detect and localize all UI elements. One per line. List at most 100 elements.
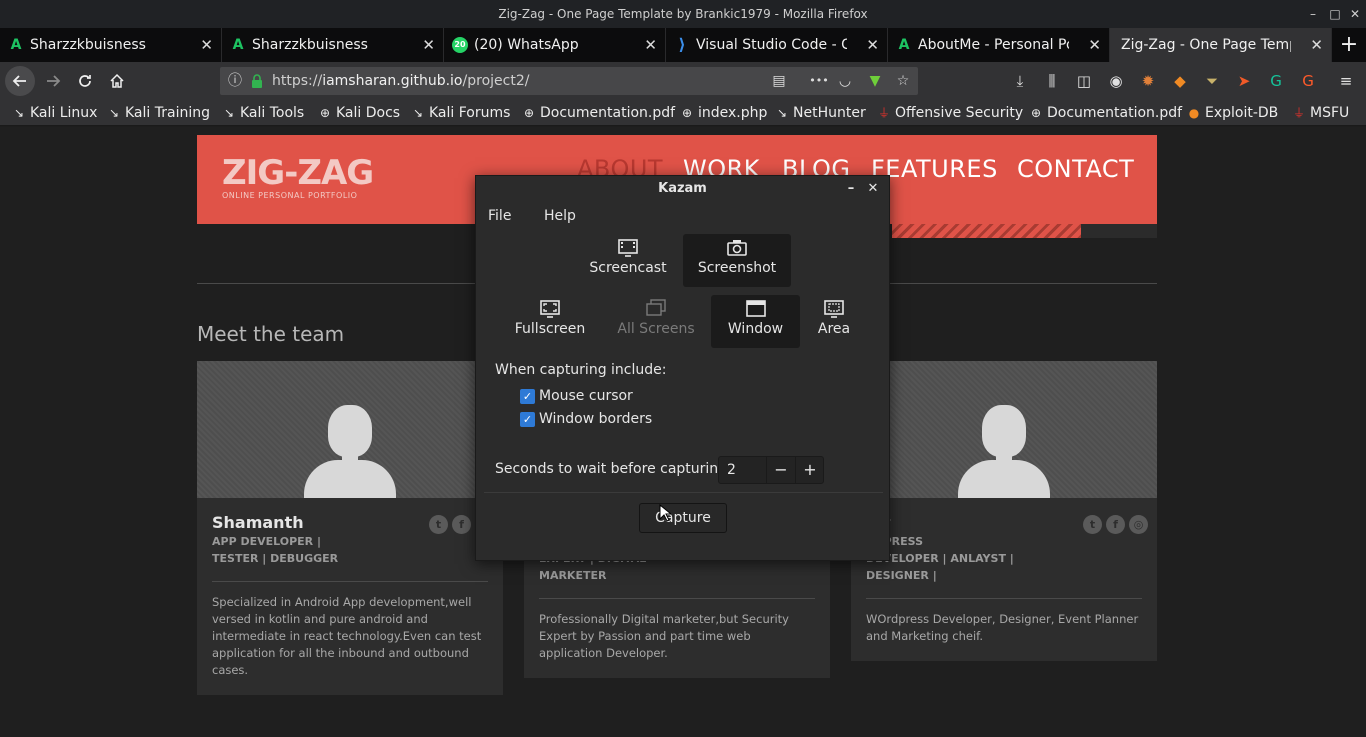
bookmark-item[interactable]: ⊕ Kali Docs	[318, 100, 400, 126]
pocket-icon[interactable]: ◡	[834, 67, 856, 95]
zigzag-stripe	[892, 224, 1081, 238]
camera-icon	[683, 234, 791, 260]
new-tab-button[interactable]: +	[1338, 28, 1360, 62]
bookmark-label: Documentation.pdf	[540, 105, 676, 121]
tab-sharzzkbuisness-1[interactable]: A Sharzzkbuisness ✕	[0, 28, 222, 62]
increment-button[interactable]: +	[795, 457, 824, 483]
tab-whatsapp[interactable]: 20 (20) WhatsApp ✕	[444, 28, 666, 62]
section-title: Meet the team	[197, 322, 345, 346]
facebook-icon[interactable]: f	[452, 515, 471, 534]
window-icon	[711, 295, 800, 321]
bookmark-item[interactable]: ↘ Kali Forums	[411, 100, 510, 126]
all-screens-area-button[interactable]: All Screens	[603, 295, 709, 348]
url-host: iamsharan.github.io	[322, 73, 463, 89]
bookmark-label: MSFU	[1310, 105, 1350, 121]
info-icon[interactable]: ⓘ	[224, 67, 246, 95]
delay-spinner[interactable]: 2 − +	[718, 456, 824, 484]
tab-zigzag[interactable]: Zig-Zag - One Page Templa ✕	[1110, 28, 1332, 62]
dribbble-icon[interactable]: ◎	[1129, 515, 1148, 534]
extension-funnel-icon[interactable]: ⏷	[1201, 70, 1223, 92]
avatar-placeholder-icon	[958, 405, 1050, 498]
reader-view-icon[interactable]: ▤	[768, 67, 790, 95]
area-label: Area	[817, 321, 851, 337]
facebook-icon[interactable]: f	[1106, 515, 1125, 534]
nav-contact[interactable]: CONTACT	[1017, 155, 1134, 183]
nav-features[interactable]: FEATURES	[871, 155, 998, 183]
bookmark-item[interactable]: ↘ NetHunter	[775, 100, 866, 126]
decrement-button[interactable]: −	[766, 457, 795, 483]
tab-aboutme[interactable]: A AboutMe - Personal Port ✕	[888, 28, 1110, 62]
reload-button[interactable]	[70, 66, 100, 96]
extension-filter-icon[interactable]: ▼	[864, 67, 886, 95]
area-select-icon	[804, 295, 864, 321]
fullscreen-label: Fullscreen	[514, 321, 586, 337]
tab-label: Sharzzkbuisness	[252, 37, 368, 53]
window-title: Zig-Zag - One Page Template by Brankic19…	[498, 7, 868, 21]
globe-icon: ⊕	[1030, 106, 1042, 120]
twitter-icon[interactable]: t	[429, 515, 448, 534]
dialog-separator	[484, 492, 883, 493]
fullscreen-area-button[interactable]: Fullscreen	[496, 295, 604, 348]
tab-label: Zig-Zag - One Page Templa	[1121, 37, 1291, 53]
tab-vscode[interactable]: ⟩ Visual Studio Code - Cod ✕	[666, 28, 888, 62]
reload-icon	[79, 75, 91, 87]
capture-button[interactable]: Capture	[639, 503, 727, 533]
close-tab-icon[interactable]: ✕	[1088, 28, 1101, 62]
home-button[interactable]	[102, 66, 132, 96]
close-tab-icon[interactable]: ✕	[200, 28, 213, 62]
twitter-icon[interactable]: t	[1083, 515, 1102, 534]
screencast-mode-button[interactable]: Screencast	[574, 234, 682, 287]
area-select-button[interactable]: Area	[804, 295, 864, 348]
bookmark-label: Kali Tools	[240, 105, 305, 121]
tab-sharzzkbuisness-2[interactable]: A Sharzzkbuisness ✕	[222, 28, 444, 62]
bookmark-label: index.php	[698, 105, 768, 121]
minimize-dialog-button[interactable]: –	[841, 176, 861, 202]
bookmarks-toolbar: ↘ Kali Linux ↘ Kali Training ↘ Kali Tools ⊕…	[0, 100, 1366, 126]
whatsapp-icon: 20	[452, 37, 468, 53]
close-tab-icon[interactable]: ✕	[422, 28, 435, 62]
menu-file[interactable]: File	[488, 208, 511, 224]
download-icon[interactable]: ⤓	[1009, 70, 1031, 92]
window-borders-label[interactable]: Window borders	[539, 411, 652, 427]
mouse-cursor-label[interactable]: Mouse cursor	[539, 388, 633, 404]
bookmark-item[interactable]: ⊕ Documentation.pdf	[522, 100, 675, 126]
window-borders-checkbox[interactable]: ✓	[520, 412, 535, 427]
menu-hamburger-icon[interactable]: ≡	[1335, 70, 1357, 92]
screenshot-label: Screenshot	[697, 260, 777, 276]
sidebar-icon[interactable]: ◫	[1073, 70, 1095, 92]
bookmark-item[interactable]: ↘ Kali Training	[107, 100, 210, 126]
back-button[interactable]	[5, 66, 35, 96]
url-bar[interactable]: ⓘ https://iamsharan.github.io/project2/ …	[220, 67, 918, 95]
extension-g-icon[interactable]: G	[1297, 70, 1319, 92]
forward-button[interactable]	[38, 66, 68, 96]
bookmark-item[interactable]: ⏚ Offensive Security	[877, 100, 1023, 126]
mouse-cursor-checkbox[interactable]: ✓	[520, 389, 535, 404]
delay-value[interactable]: 2	[727, 457, 736, 483]
bookmark-item[interactable]: ↘ Kali Tools	[222, 100, 304, 126]
close-dialog-button[interactable]: ✕	[863, 176, 883, 202]
close-tab-icon[interactable]: ✕	[866, 28, 879, 62]
maximize-window-button[interactable]: □	[1324, 0, 1346, 28]
url-text[interactable]: https://iamsharan.github.io/project2/	[272, 67, 529, 95]
metamask-fox-icon[interactable]: ◆	[1169, 70, 1191, 92]
account-icon[interactable]: ◉	[1105, 70, 1127, 92]
extension-bug-icon[interactable]: ✹	[1137, 70, 1159, 92]
close-tab-icon[interactable]: ✕	[1310, 28, 1323, 62]
bookmark-item[interactable]: ⊕ index.php	[680, 100, 767, 126]
extension-arrow-icon[interactable]: ➤	[1233, 70, 1255, 92]
menu-help[interactable]: Help	[544, 208, 576, 224]
close-window-button[interactable]: ✕	[1344, 0, 1366, 28]
site-logo[interactable]: ZIG-ZAG ONLINE PERSONAL PORTFOLIO	[222, 153, 374, 200]
bookmark-star-icon[interactable]: ☆	[892, 67, 914, 95]
grammarly-icon[interactable]: G	[1265, 70, 1287, 92]
bookmark-item[interactable]: ⏚ MSFU	[1292, 100, 1349, 126]
library-icon[interactable]: ⫼	[1041, 70, 1063, 92]
window-area-button[interactable]: Window	[711, 295, 800, 348]
bookmark-item[interactable]: ⊕ Documentation.pdf	[1029, 100, 1182, 126]
bookmark-item[interactable]: ↘ Kali Linux	[12, 100, 98, 126]
bookmark-item[interactable]: ● Exploit-DB	[1187, 100, 1279, 126]
close-tab-icon[interactable]: ✕	[644, 28, 657, 62]
screenshot-mode-button[interactable]: Screenshot	[683, 234, 791, 287]
minimize-window-button[interactable]: –	[1302, 0, 1324, 28]
page-actions-icon[interactable]: •••	[808, 67, 830, 95]
